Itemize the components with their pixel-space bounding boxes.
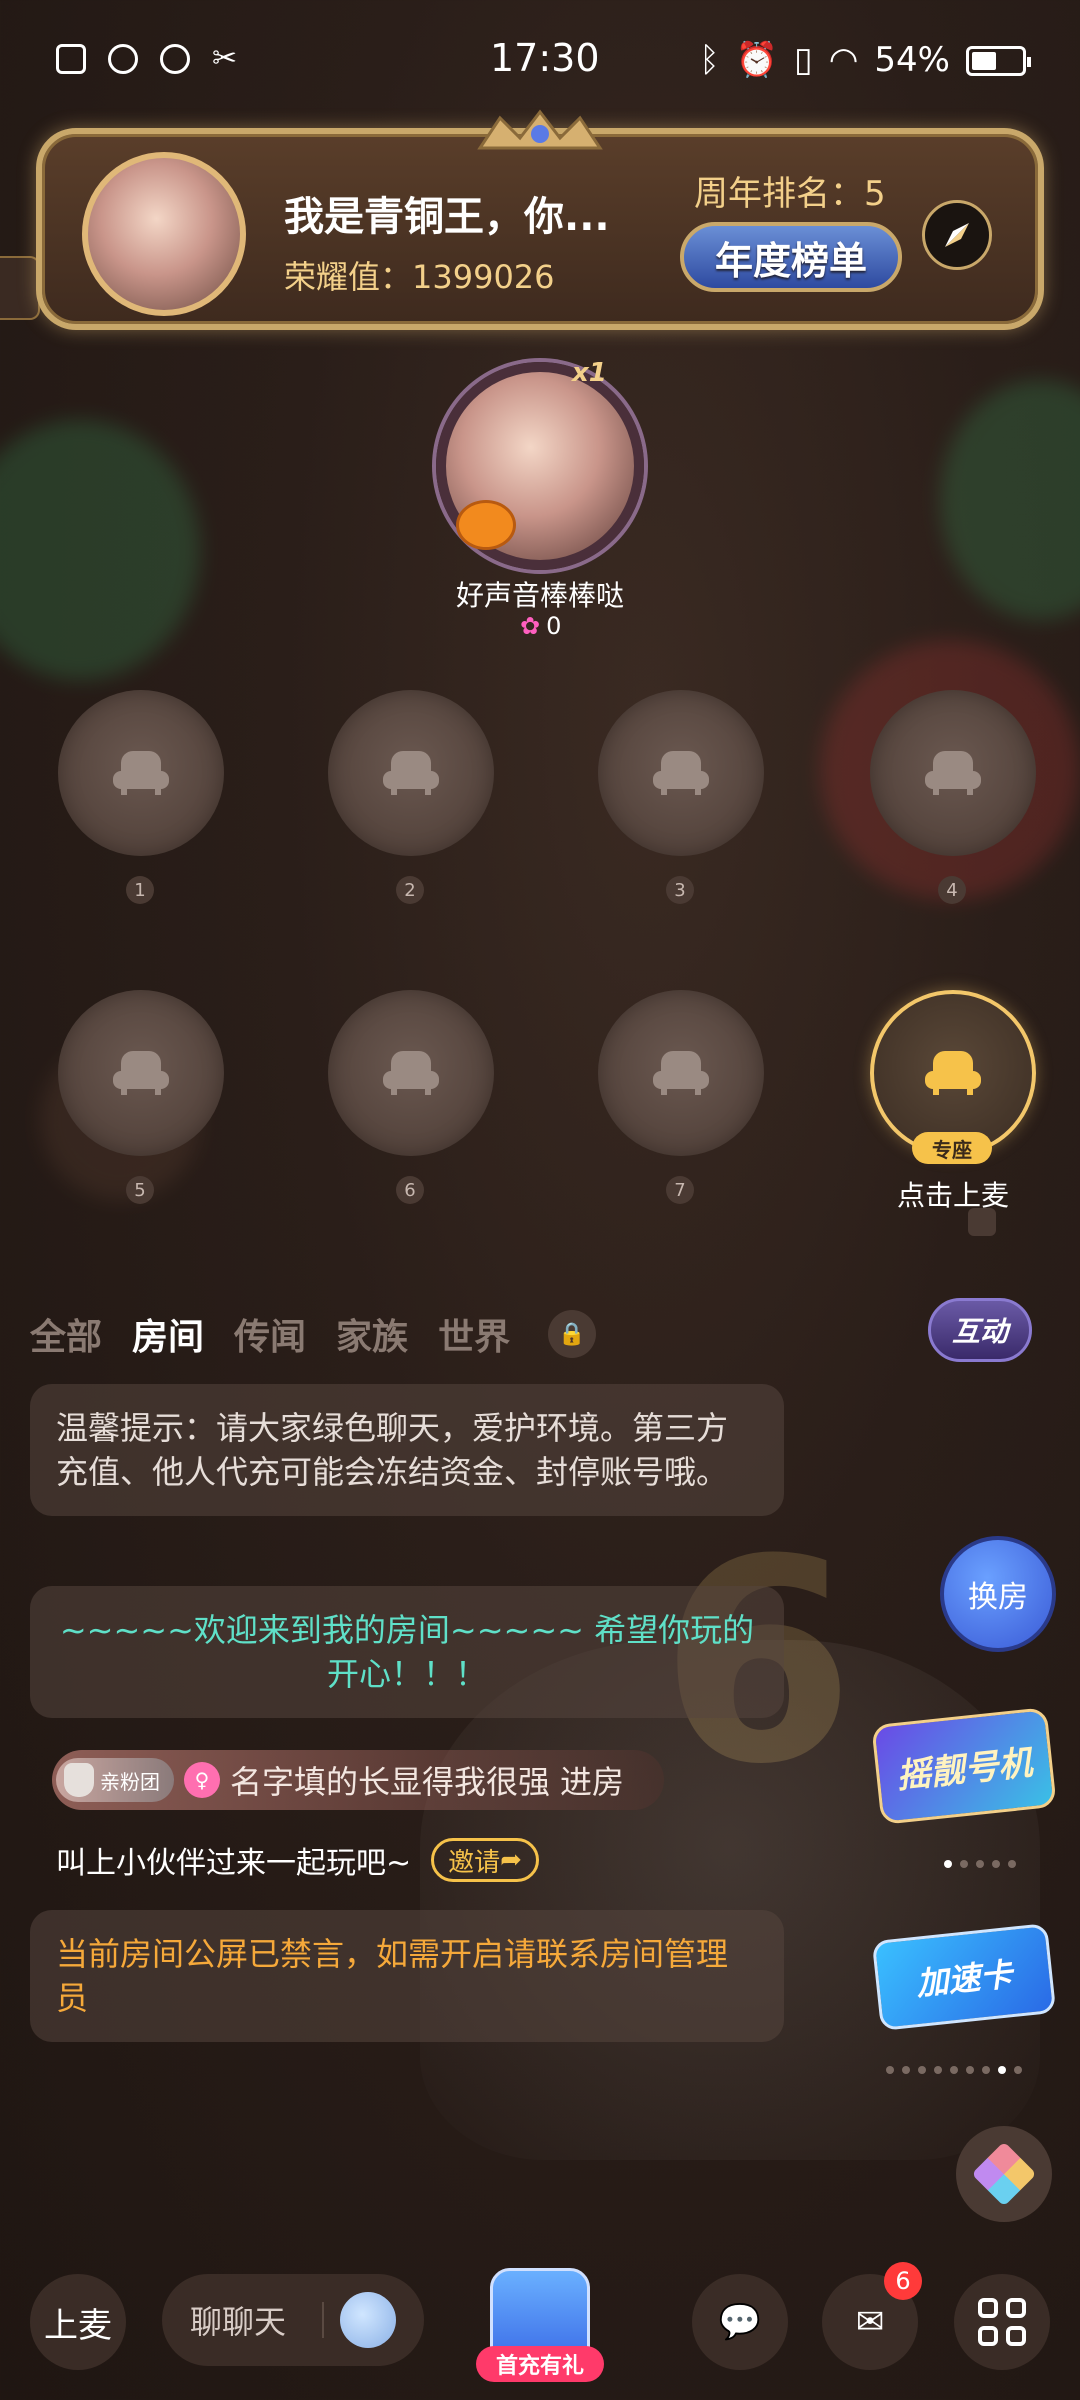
fan-club-label: 亲粉团 — [100, 1769, 160, 1794]
fan-club-badge: 亲粉团 — [56, 1758, 174, 1802]
sofa-icon — [653, 1051, 709, 1095]
promo2-pager — [886, 2066, 1022, 2074]
tab-family[interactable]: 家族 — [336, 1308, 408, 1360]
sofa-icon — [383, 751, 439, 795]
chat-tabs: 全部 房间 传闻 家族 世界 🔒 — [30, 1308, 597, 1360]
cube-icon — [971, 2141, 1037, 2207]
input-divider — [322, 2302, 324, 2338]
tab-world[interactable]: 世界 — [438, 1308, 510, 1360]
status-left-icons: ✂ — [56, 44, 237, 74]
seat-number: 6 — [396, 1176, 424, 1204]
mic-seat-2[interactable] — [328, 690, 494, 856]
entry-action: 进房 — [560, 1763, 625, 1801]
message-count-badge: 6 — [884, 2262, 922, 2300]
host-multiplier: x1 — [572, 358, 607, 388]
left-side-tab[interactable] — [0, 256, 40, 320]
compass-button[interactable] — [922, 200, 992, 270]
vibrate-icon: ▯ — [794, 40, 813, 80]
seat-number: 3 — [666, 876, 694, 904]
lucky-number-promo[interactable]: 摇靓号机 — [871, 1707, 1057, 1825]
compass-icon — [945, 223, 969, 247]
sofa-icon — [113, 1051, 169, 1095]
seat-number: 7 — [666, 1176, 694, 1204]
first-recharge-tag[interactable]: 首充有礼 — [476, 2346, 604, 2382]
tab-room[interactable]: 房间 — [132, 1308, 204, 1360]
tab-rumor[interactable]: 传闻 — [234, 1308, 306, 1360]
seat-number: 5 — [126, 1176, 154, 1204]
bluetooth-icon: ᛒ — [699, 40, 720, 80]
sofa-icon — [925, 751, 981, 795]
message-icon: ✉ — [855, 2302, 885, 2342]
seat-number: 2 — [396, 876, 424, 904]
mic-seat-5[interactable] — [58, 990, 224, 1156]
whale-emoji-icon[interactable] — [340, 2292, 396, 2348]
notice-message: 温馨提示：请大家绿色聊天，爱护环境。第三方充值、他人代充可能会冻结资金、封停账号… — [30, 1384, 784, 1516]
user-level-icon: ♀ — [184, 1762, 220, 1798]
host-score-value: 0 — [546, 612, 562, 640]
invite-button[interactable]: 邀请 ➦ — [431, 1838, 539, 1882]
cloud-icon — [160, 44, 190, 74]
speed-card-promo[interactable]: 加速卡 — [871, 1923, 1057, 2031]
play-icon — [108, 44, 138, 74]
wifi-icon: ◠ — [828, 40, 859, 80]
chat-input-placeholder: 聊聊天 — [190, 2303, 287, 2341]
vip-seat-label[interactable]: 点击上麦 — [870, 1174, 1036, 1214]
host-score: ✿ 0 — [520, 612, 561, 640]
annual-board-button[interactable]: 年度榜单 — [680, 222, 902, 292]
sofa-icon — [383, 1051, 439, 1095]
notification-icon — [56, 44, 86, 74]
host-name: 好声音棒棒哒 — [455, 579, 624, 612]
vip-seat-badge: 专座 — [912, 1132, 992, 1164]
share-arrow-icon: ➦ — [500, 1845, 522, 1875]
lock-icon[interactable]: 🔒 — [548, 1310, 597, 1358]
seat-number: 4 — [938, 876, 966, 904]
chat-bubbles-icon: 💬 — [718, 2302, 762, 2342]
collapse-icon[interactable] — [968, 1208, 996, 1236]
alarm-icon: ⏰ — [735, 40, 779, 80]
entry-user-name[interactable]: 名字填的长显得我很强 — [230, 1757, 550, 1803]
crown-icon — [477, 109, 603, 150]
interact-button[interactable]: 互动 — [928, 1298, 1032, 1362]
mic-seat-6[interactable] — [328, 990, 494, 1156]
invite-text: 叫上小伙伴过来一起玩吧~ — [56, 1846, 412, 1881]
promo1-pager — [944, 1860, 1016, 1868]
invite-button-label: 邀请 — [448, 1847, 501, 1878]
status-right-icons: ᛒ ⏰ ▯ ◠ 54% — [699, 40, 950, 80]
join-mic-button[interactable]: 上麦 — [30, 2274, 126, 2370]
tab-all[interactable]: 全部 — [30, 1308, 102, 1360]
battery-icon — [966, 46, 1031, 76]
mic-seat-7[interactable] — [598, 990, 764, 1156]
mic-seat-3[interactable] — [598, 690, 764, 856]
sofa-icon — [653, 751, 709, 795]
more-button[interactable] — [954, 2274, 1050, 2370]
chat-input[interactable]: 聊聊天 — [162, 2274, 424, 2366]
entry-message: 亲粉团 ♀ 名字填的长显得我很强 进房 — [56, 1752, 624, 1808]
host-avatar[interactable] — [436, 362, 644, 570]
mute-notice: 当前房间公屏已禁言，如需开启请联系房间管理员 — [30, 1910, 784, 2042]
status-bar: ✂ 17:30 ᛒ ⏰ ▯ ◠ 54% — [0, 0, 1080, 120]
welcome-message: ~~~~~欢迎来到我的房间~~~~~ 希望你玩的开心！！！ — [30, 1586, 784, 1718]
pumpkin-icon — [456, 500, 516, 550]
swap-room-button[interactable]: 换房 — [940, 1536, 1056, 1652]
banner-anniversary-rank: 周年排名：5 — [694, 174, 886, 214]
pink-star-icon: ✿ — [520, 612, 541, 640]
banner-user-name: 我是青铜王，你... — [284, 194, 610, 240]
invite-row: 叫上小伙伴过来一起玩吧~ 邀请 ➦ — [56, 1838, 539, 1882]
shield-icon — [64, 1763, 94, 1797]
banner-avatar[interactable] — [82, 152, 246, 316]
grid-icon — [978, 2298, 1026, 2346]
sofa-icon — [113, 751, 169, 795]
mic-seat-1[interactable] — [58, 690, 224, 856]
battery-percent: 54% — [874, 40, 950, 80]
sofa-icon — [925, 1051, 981, 1095]
tools-icon: ✂ — [212, 41, 238, 76]
status-time: 17:30 — [490, 36, 600, 80]
chat-bubbles-button[interactable]: 💬 — [692, 2274, 788, 2370]
mic-seat-4[interactable] — [870, 690, 1036, 856]
seat-number: 1 — [126, 876, 154, 904]
magic-cube-button[interactable] — [956, 2126, 1052, 2222]
banner-honor-value: 荣耀值：1399026 — [284, 258, 555, 296]
